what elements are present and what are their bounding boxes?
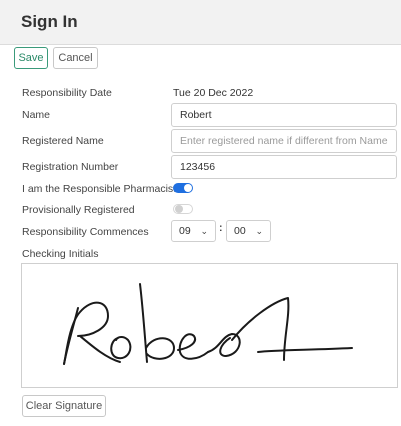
responsibility-date-label: Responsibility Date bbox=[22, 87, 112, 99]
registered-name-label: Registered Name bbox=[22, 135, 104, 147]
clear-signature-button[interactable]: Clear Signature bbox=[22, 395, 106, 417]
responsibility-commences-label: Responsibility Commences bbox=[22, 226, 149, 238]
responsible-pharmacist-toggle[interactable] bbox=[173, 183, 193, 193]
name-field[interactable] bbox=[171, 103, 397, 127]
toggle-knob bbox=[175, 205, 183, 213]
toggle-knob bbox=[184, 184, 192, 192]
minute-value: 00 bbox=[234, 225, 246, 237]
registration-number-label: Registration Number bbox=[22, 161, 119, 173]
time-separator: : bbox=[219, 222, 223, 234]
signature-drawing bbox=[63, 283, 353, 365]
registered-name-field[interactable] bbox=[171, 129, 397, 153]
page-header: Sign In bbox=[0, 0, 401, 45]
provisionally-registered-label: Provisionally Registered bbox=[22, 204, 135, 216]
hour-value: 09 bbox=[179, 225, 191, 237]
save-button[interactable]: Save bbox=[14, 47, 48, 69]
responsibility-date-value: Tue 20 Dec 2022 bbox=[173, 87, 254, 99]
checking-initials-label: Checking Initials bbox=[22, 248, 99, 260]
responsible-pharmacist-label: I am the Responsible Pharmacist bbox=[22, 183, 177, 195]
registration-number-field[interactable] bbox=[171, 155, 397, 179]
signature-pad[interactable] bbox=[21, 263, 398, 388]
page-title: Sign In bbox=[21, 12, 78, 31]
chevron-down-icon: ⌄ bbox=[200, 226, 208, 236]
cancel-button[interactable]: Cancel bbox=[53, 47, 98, 69]
provisionally-registered-toggle[interactable] bbox=[173, 204, 193, 214]
minute-select[interactable]: 00 ⌄ bbox=[226, 220, 271, 242]
name-label: Name bbox=[22, 109, 51, 121]
hour-select[interactable]: 09 ⌄ bbox=[171, 220, 216, 242]
chevron-down-icon: ⌄ bbox=[255, 226, 263, 236]
